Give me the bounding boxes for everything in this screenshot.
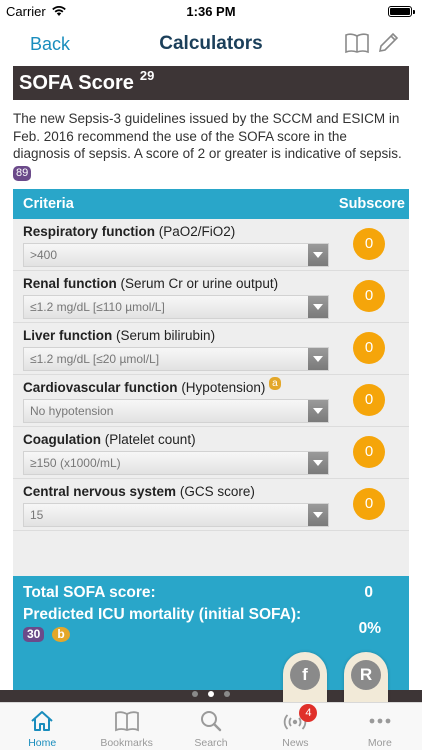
row-label: Renal function (Serum Cr or urine output… xyxy=(23,276,278,291)
cns-select[interactable]: 15 xyxy=(23,502,329,527)
status-bar: Carrier 1:36 PM xyxy=(0,0,422,22)
subscore-badge: 0 xyxy=(353,279,385,312)
mortality-footnote-badge[interactable]: b xyxy=(52,627,70,642)
criteria-table-header: Criteria Subscore xyxy=(13,188,409,219)
subscore-badge: 0 xyxy=(353,331,385,364)
criterion-detail: (GCS score) xyxy=(179,483,255,499)
mortality-reference-badge[interactable]: 30 xyxy=(23,627,45,642)
calculator-header: SOFA Score 29 xyxy=(13,66,409,100)
tab-search[interactable]: Search xyxy=(169,703,253,750)
row-label: Respiratory function (PaO2/FiO2) xyxy=(23,224,235,239)
book-icon[interactable] xyxy=(344,32,370,54)
navigation-bar: Back Calculators xyxy=(0,22,422,66)
tab-home[interactable]: Home xyxy=(0,703,84,750)
criterion-detail: (Serum Cr or urine output) xyxy=(120,275,279,291)
chevron-down-icon[interactable] xyxy=(308,295,328,318)
respiratory-select[interactable]: >400 xyxy=(23,242,329,267)
subscore-header: Subscore xyxy=(338,195,405,212)
subscore-badge: 0 xyxy=(353,383,385,416)
pencil-icon[interactable] xyxy=(376,31,400,55)
mortality-label: Predicted ICU mortality (initial SOFA): xyxy=(23,606,302,623)
battery-icon xyxy=(388,6,415,17)
criterion-name: Renal function xyxy=(23,275,117,291)
select-value: 15 xyxy=(30,507,44,522)
criteria-row-respiratory: Respiratory function (PaO2/FiO2) >400 0 xyxy=(13,218,409,271)
criterion-name: Liver function xyxy=(23,327,113,343)
criteria-row-liver: Liver function (Serum bilirubin) ≤1.2 mg… xyxy=(13,322,409,375)
select-value: ≥150 (x1000/mL) xyxy=(30,455,121,470)
tab-news[interactable]: 4 News xyxy=(253,703,337,750)
status-time: 1:36 PM xyxy=(186,3,236,19)
tab-label: News xyxy=(282,737,309,749)
criterion-name: Cardiovascular function xyxy=(23,379,178,395)
renal-select[interactable]: ≤1.2 mg/dL [≤110 µmol/L] xyxy=(23,294,329,319)
criterion-name: Central nervous system xyxy=(23,483,177,499)
chevron-down-icon[interactable] xyxy=(308,243,328,266)
coagulation-select[interactable]: ≥150 (x1000/mL) xyxy=(23,450,329,475)
news-count-badge: 4 xyxy=(299,704,318,722)
chevron-down-icon[interactable] xyxy=(308,399,328,422)
facebook-icon: f xyxy=(290,660,320,690)
calculator-title: SOFA Score xyxy=(19,71,134,94)
title-reference[interactable]: 29 xyxy=(140,68,154,83)
criterion-detail: (Serum bilirubin) xyxy=(116,327,216,343)
subscore-badge: 0 xyxy=(353,487,385,520)
subscore-badge: 0 xyxy=(353,227,385,260)
r-icon: R xyxy=(351,660,381,690)
criterion-name: Coagulation xyxy=(23,431,101,447)
intro-reference-badge[interactable]: 89 xyxy=(13,165,32,181)
criterion-detail: (PaO2/FiO2) xyxy=(158,223,236,239)
criteria-header: Criteria xyxy=(23,195,74,212)
mortality-value: 0% xyxy=(358,620,381,637)
select-value: ≤1.2 mg/dL [≤110 µmol/L] xyxy=(30,299,165,314)
mortality-references: 30 b xyxy=(23,627,70,642)
row-label: Liver function (Serum bilirubin) xyxy=(23,328,215,343)
criteria-row-renal: Renal function (Serum Cr or urine output… xyxy=(13,270,409,323)
criterion-detail: (Platelet count) xyxy=(104,431,196,447)
row-label: Central nervous system (GCS score) xyxy=(23,484,255,499)
liver-select[interactable]: ≤1.2 mg/dL [≤20 µmol/L] xyxy=(23,346,329,371)
page-dot[interactable] xyxy=(224,691,230,697)
select-value: ≤1.2 mg/dL [≤20 µmol/L] xyxy=(30,351,160,366)
criterion-name: Respiratory function xyxy=(23,223,156,239)
intro-text: The new Sepsis-3 guidelines issued by th… xyxy=(13,111,402,161)
tab-label: Bookmarks xyxy=(100,737,153,749)
row-label: Coagulation (Platelet count) xyxy=(23,432,196,447)
tab-bookmarks[interactable]: Bookmarks xyxy=(84,703,168,750)
tab-more[interactable]: More xyxy=(338,703,422,750)
subscore-badge: 0 xyxy=(353,435,385,468)
cardiovascular-reference-badge[interactable]: a xyxy=(269,376,281,390)
row-label: Cardiovascular function (Hypotension) a xyxy=(23,376,281,396)
bookmarks-icon xyxy=(114,711,139,732)
tab-bar: Home Bookmarks Search 4 News More xyxy=(0,702,422,750)
criteria-row-cns: Central nervous system (GCS score) 15 0 xyxy=(13,478,409,531)
page-dot-active[interactable] xyxy=(208,691,214,697)
criteria-row-cardiovascular: Cardiovascular function (Hypotension) a … xyxy=(13,374,409,427)
tab-label: Search xyxy=(194,737,228,749)
home-icon xyxy=(31,711,53,731)
criteria-row-coagulation: Coagulation (Platelet count) ≥150 (x1000… xyxy=(13,426,409,479)
total-score-label: Total SOFA score: xyxy=(23,584,156,601)
tab-label: Home xyxy=(28,737,57,749)
chevron-down-icon[interactable] xyxy=(308,503,328,526)
more-icon xyxy=(369,718,391,724)
select-value: No hypotension xyxy=(30,403,114,418)
calculator-intro: The new Sepsis-3 guidelines issued by th… xyxy=(0,100,409,189)
criterion-detail: (Hypotension) xyxy=(181,379,266,395)
cardiovascular-select[interactable]: No hypotension xyxy=(23,398,329,423)
page-dot[interactable] xyxy=(192,691,198,697)
search-icon xyxy=(201,711,222,732)
total-score-value: 0 xyxy=(364,584,373,601)
chevron-down-icon[interactable] xyxy=(308,451,328,474)
select-value: >400 xyxy=(30,247,58,262)
tab-label: More xyxy=(367,737,392,749)
chevron-down-icon[interactable] xyxy=(308,347,328,370)
